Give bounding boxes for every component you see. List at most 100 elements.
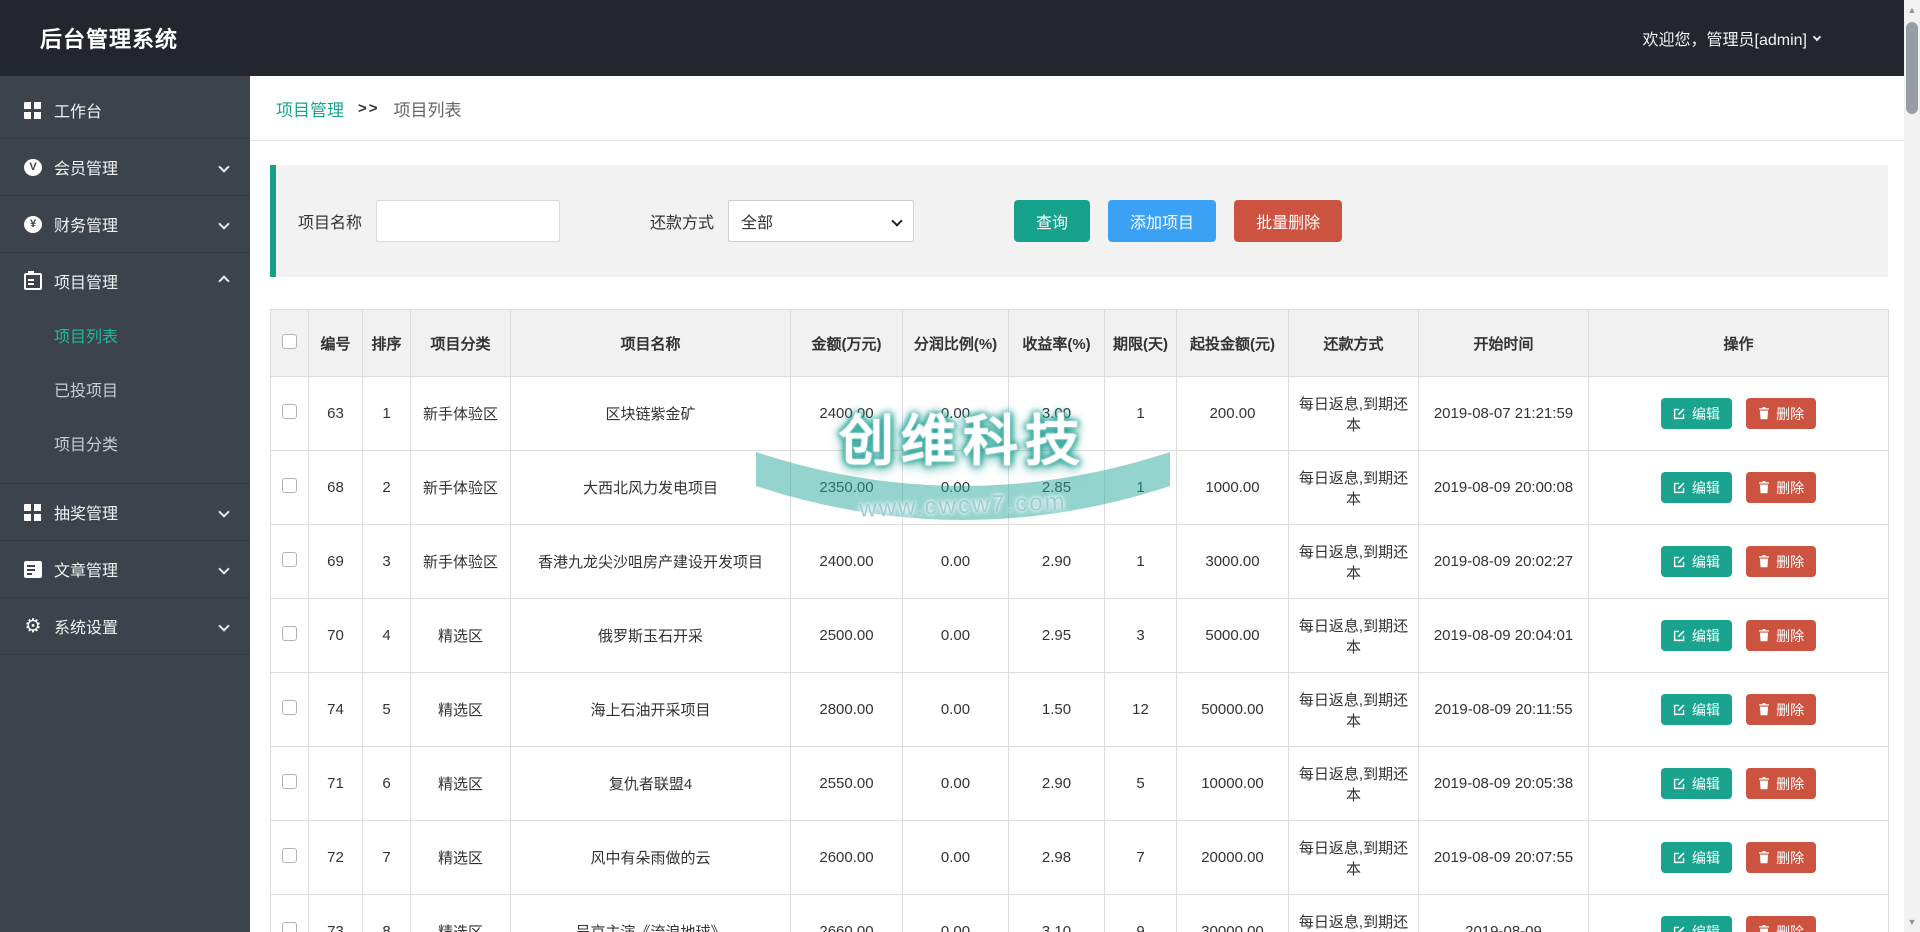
- cell-min-invest: 5000.00: [1177, 599, 1289, 673]
- edit-button-label: 编辑: [1692, 700, 1720, 720]
- top-header-bar: 后台管理系统 欢迎您，管理员[admin]: [0, 0, 1920, 76]
- cell-sort: 1: [363, 377, 411, 451]
- cell-id: 74: [309, 673, 363, 747]
- cell-project-name: 大西北风力发电项目: [511, 451, 791, 525]
- delete-button-label: 删除: [1776, 922, 1804, 932]
- cell-sort: 3: [363, 525, 411, 599]
- sidebar-item[interactable]: 项目管理: [0, 253, 250, 309]
- cell-min-invest: 30000.00: [1177, 895, 1289, 932]
- row-checkbox[interactable]: [282, 774, 297, 789]
- row-checkbox[interactable]: [282, 922, 297, 932]
- delete-button[interactable]: 删除: [1746, 842, 1816, 873]
- row-checkbox[interactable]: [282, 700, 297, 715]
- delete-button[interactable]: 删除: [1746, 398, 1816, 429]
- row-checkbox[interactable]: [282, 848, 297, 863]
- cell-repay-method: 每日返息,到期还本: [1289, 525, 1419, 599]
- cell-term-days: 7: [1105, 821, 1177, 895]
- edit-button-label: 编辑: [1692, 478, 1720, 498]
- cell-sort: 7: [363, 821, 411, 895]
- chevron-down-icon: [218, 161, 229, 172]
- select-all-checkbox[interactable]: [282, 334, 297, 349]
- column-header-time: 开始时间: [1419, 310, 1589, 377]
- search-button[interactable]: 查询: [1014, 200, 1090, 242]
- row-checkbox[interactable]: [282, 478, 297, 493]
- repay-method-select[interactable]: 全部: [728, 200, 914, 242]
- chevron-down-icon: [218, 620, 229, 631]
- edit-button[interactable]: 编辑: [1661, 398, 1732, 429]
- cell-min-invest: 50000.00: [1177, 673, 1289, 747]
- cell-actions: 编辑 删除: [1589, 821, 1889, 895]
- column-header-sort: 排序: [363, 310, 411, 377]
- sidebar-section: 财务管理: [0, 196, 250, 253]
- user-menu[interactable]: 欢迎您，管理员[admin]: [1643, 26, 1820, 50]
- cell-project-name: 香港九龙尖沙咀房产建设开发项目: [511, 525, 791, 599]
- edit-button[interactable]: 编辑: [1661, 472, 1732, 503]
- cell-category: 新手体验区: [411, 451, 511, 525]
- delete-button[interactable]: 删除: [1746, 694, 1816, 725]
- sidebar-item-label: 系统设置: [54, 614, 220, 638]
- table-row: 74 5 精选区 海上石油开采项目 2800.00 0.00 1.50 12 5…: [271, 673, 1889, 747]
- row-checkbox[interactable]: [282, 552, 297, 567]
- trash-icon: [1758, 629, 1770, 642]
- cell-start-time: 2019-08-09 20:11:55: [1419, 673, 1589, 747]
- cell-share-ratio: 0.00: [903, 895, 1009, 932]
- column-header-repay: 还款方式: [1289, 310, 1419, 377]
- cell-project-name: 海上石油开采项目: [511, 673, 791, 747]
- cell-id: 72: [309, 821, 363, 895]
- cell-sort: 4: [363, 599, 411, 673]
- delete-button[interactable]: 删除: [1746, 472, 1816, 503]
- breadcrumb-separator: >>: [358, 100, 380, 117]
- scrollbar-thumb[interactable]: [1906, 22, 1918, 114]
- sidebar-item[interactable]: 系统设置: [0, 598, 250, 654]
- edit-button[interactable]: 编辑: [1661, 620, 1732, 651]
- row-checkbox[interactable]: [282, 626, 297, 641]
- sidebar-item[interactable]: 财务管理: [0, 196, 250, 252]
- cell-rate: 2.98: [1009, 821, 1105, 895]
- cell-rate: 2.85: [1009, 451, 1105, 525]
- cell-term-days: 3: [1105, 599, 1177, 673]
- trash-icon: [1758, 777, 1770, 790]
- sidebar-item[interactable]: 抽奖管理: [0, 484, 250, 540]
- batch-delete-button[interactable]: 批量删除: [1234, 200, 1342, 242]
- chevron-up-icon: [218, 275, 229, 286]
- sidebar-subitem[interactable]: 已投项目: [0, 365, 250, 419]
- sidebar-subitem[interactable]: 项目列表: [0, 311, 250, 365]
- add-project-button[interactable]: 添加项目: [1108, 200, 1216, 242]
- scrollbar-down-arrow[interactable]: ▼: [1904, 914, 1920, 930]
- sidebar-item-label: 财务管理: [54, 212, 220, 236]
- scrollbar-track[interactable]: ▲ ▼: [1904, 0, 1920, 932]
- cell-category: 精选区: [411, 747, 511, 821]
- cell-term-days: 12: [1105, 673, 1177, 747]
- edit-button[interactable]: 编辑: [1661, 842, 1732, 873]
- sidebar-item[interactable]: 文章管理: [0, 541, 250, 597]
- delete-button[interactable]: 删除: [1746, 916, 1816, 932]
- sidebar-item[interactable]: 会员管理: [0, 139, 250, 195]
- edit-button[interactable]: 编辑: [1661, 546, 1732, 577]
- cell-amount: 2500.00: [791, 599, 903, 673]
- sidebar-item[interactable]: 工作台: [0, 82, 250, 138]
- delete-button[interactable]: 删除: [1746, 768, 1816, 799]
- scrollbar-up-arrow[interactable]: ▲: [1904, 2, 1920, 18]
- cell-repay-method: 每日返息,到期还本: [1289, 451, 1419, 525]
- cell-repay-method: 每日返息,到期还本: [1289, 821, 1419, 895]
- column-header-amount: 金额(万元): [791, 310, 903, 377]
- table-row: 72 7 精选区 风中有朵雨做的云 2600.00 0.00 2.98 7 20…: [271, 821, 1889, 895]
- cell-term-days: 1: [1105, 525, 1177, 599]
- delete-button[interactable]: 删除: [1746, 620, 1816, 651]
- cell-checkbox: [271, 821, 309, 895]
- member-icon: [24, 159, 42, 176]
- sidebar-subitem[interactable]: 项目分类: [0, 419, 250, 473]
- edit-button[interactable]: 编辑: [1661, 694, 1732, 725]
- edit-button-label: 编辑: [1692, 404, 1720, 424]
- edit-button[interactable]: 编辑: [1661, 916, 1732, 932]
- edit-button[interactable]: 编辑: [1661, 768, 1732, 799]
- edit-pencil-icon: [1673, 851, 1686, 864]
- cell-sort: 2: [363, 451, 411, 525]
- delete-button[interactable]: 删除: [1746, 546, 1816, 577]
- project-name-input[interactable]: [376, 200, 560, 242]
- cell-min-invest: 10000.00: [1177, 747, 1289, 821]
- breadcrumb-section-link[interactable]: 项目管理: [276, 96, 344, 121]
- delete-button-label: 删除: [1776, 700, 1804, 720]
- delete-button-label: 删除: [1776, 478, 1804, 498]
- row-checkbox[interactable]: [282, 404, 297, 419]
